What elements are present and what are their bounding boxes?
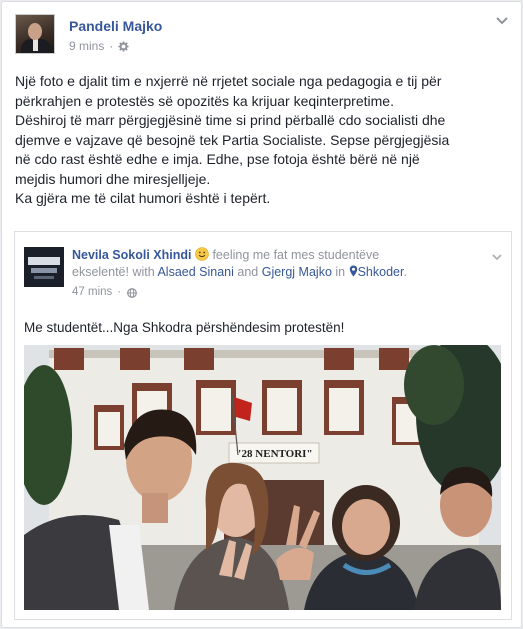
post-line: Ka gjëra me të cilat humori është i tepë… <box>15 190 271 206</box>
shared-post[interactable]: Nevila Sokoli Xhindi feeling me fat mes … <box>14 231 512 620</box>
selfie-image: "28 NENTORI" <box>24 345 501 610</box>
shared-author-line: Nevila Sokoli Xhindi feeling me fat mes … <box>72 247 482 281</box>
and-text: and <box>233 265 262 279</box>
shared-photo[interactable]: "28 NENTORI" <box>24 345 501 610</box>
shared-author-name[interactable]: Nevila Sokoli Xhindi <box>72 248 191 262</box>
feeling-text-b: ekselentë! with <box>72 265 158 279</box>
feed-post: Pandeli Majko 9 mins · Një foto e djalit… <box>1 1 522 628</box>
chevron-down-icon[interactable] <box>491 253 503 262</box>
post-line: mejdis humori dhe miresjelljeje. <box>15 170 211 187</box>
post-header: Pandeli Majko 9 mins · <box>15 14 162 54</box>
post-line: Dëshiroj të marr përgjegjësinë time si p… <box>15 112 446 128</box>
tagged-user-1[interactable]: Alsaed Sinani <box>157 265 233 279</box>
post-line: djemve e vajzave që besojnë tek Partia S… <box>15 131 450 148</box>
shared-caption: Me studentët...Nga Shkodra përshëndesim … <box>24 320 345 335</box>
separator-dot: · <box>109 39 114 53</box>
period-text: . <box>403 265 407 279</box>
post-line: në cdo rast është edhe e imja. Edhe, pse… <box>15 151 420 167</box>
building-sign: "28 NENTORI" <box>235 448 312 460</box>
chevron-down-icon[interactable] <box>495 16 509 26</box>
gear-icon[interactable] <box>118 40 129 52</box>
post-body: Një foto e djalit tim e nxjerrë në rrjet… <box>15 72 515 209</box>
separator-dot: · <box>117 286 122 298</box>
map-pin-icon <box>349 265 357 277</box>
tagged-user-2[interactable]: Gjergj Majko <box>262 265 332 279</box>
in-text: in <box>331 265 349 279</box>
post-timestamp-row: 9 mins · <box>69 39 162 53</box>
post-line: përkrahjen e protestës së opozitës ka kr… <box>15 92 394 109</box>
shared-timestamp[interactable]: 47 mins <box>72 284 112 301</box>
smiley-icon <box>195 247 209 261</box>
location-link[interactable]: Shkoder <box>358 265 404 279</box>
shared-author-avatar[interactable] <box>24 247 64 287</box>
shared-post-header: Nevila Sokoli Xhindi feeling me fat mes … <box>24 247 482 301</box>
author-avatar[interactable] <box>15 14 55 54</box>
post-timestamp[interactable]: 9 mins <box>69 39 104 53</box>
post-line: Një foto e djalit tim e nxjerrë në rrjet… <box>15 73 442 89</box>
globe-icon[interactable] <box>127 287 138 298</box>
feeling-text-a: feeling me fat mes studentëve <box>208 248 380 262</box>
shared-timestamp-row: 47 mins · <box>72 284 482 301</box>
author-name[interactable]: Pandeli Majko <box>69 18 162 34</box>
